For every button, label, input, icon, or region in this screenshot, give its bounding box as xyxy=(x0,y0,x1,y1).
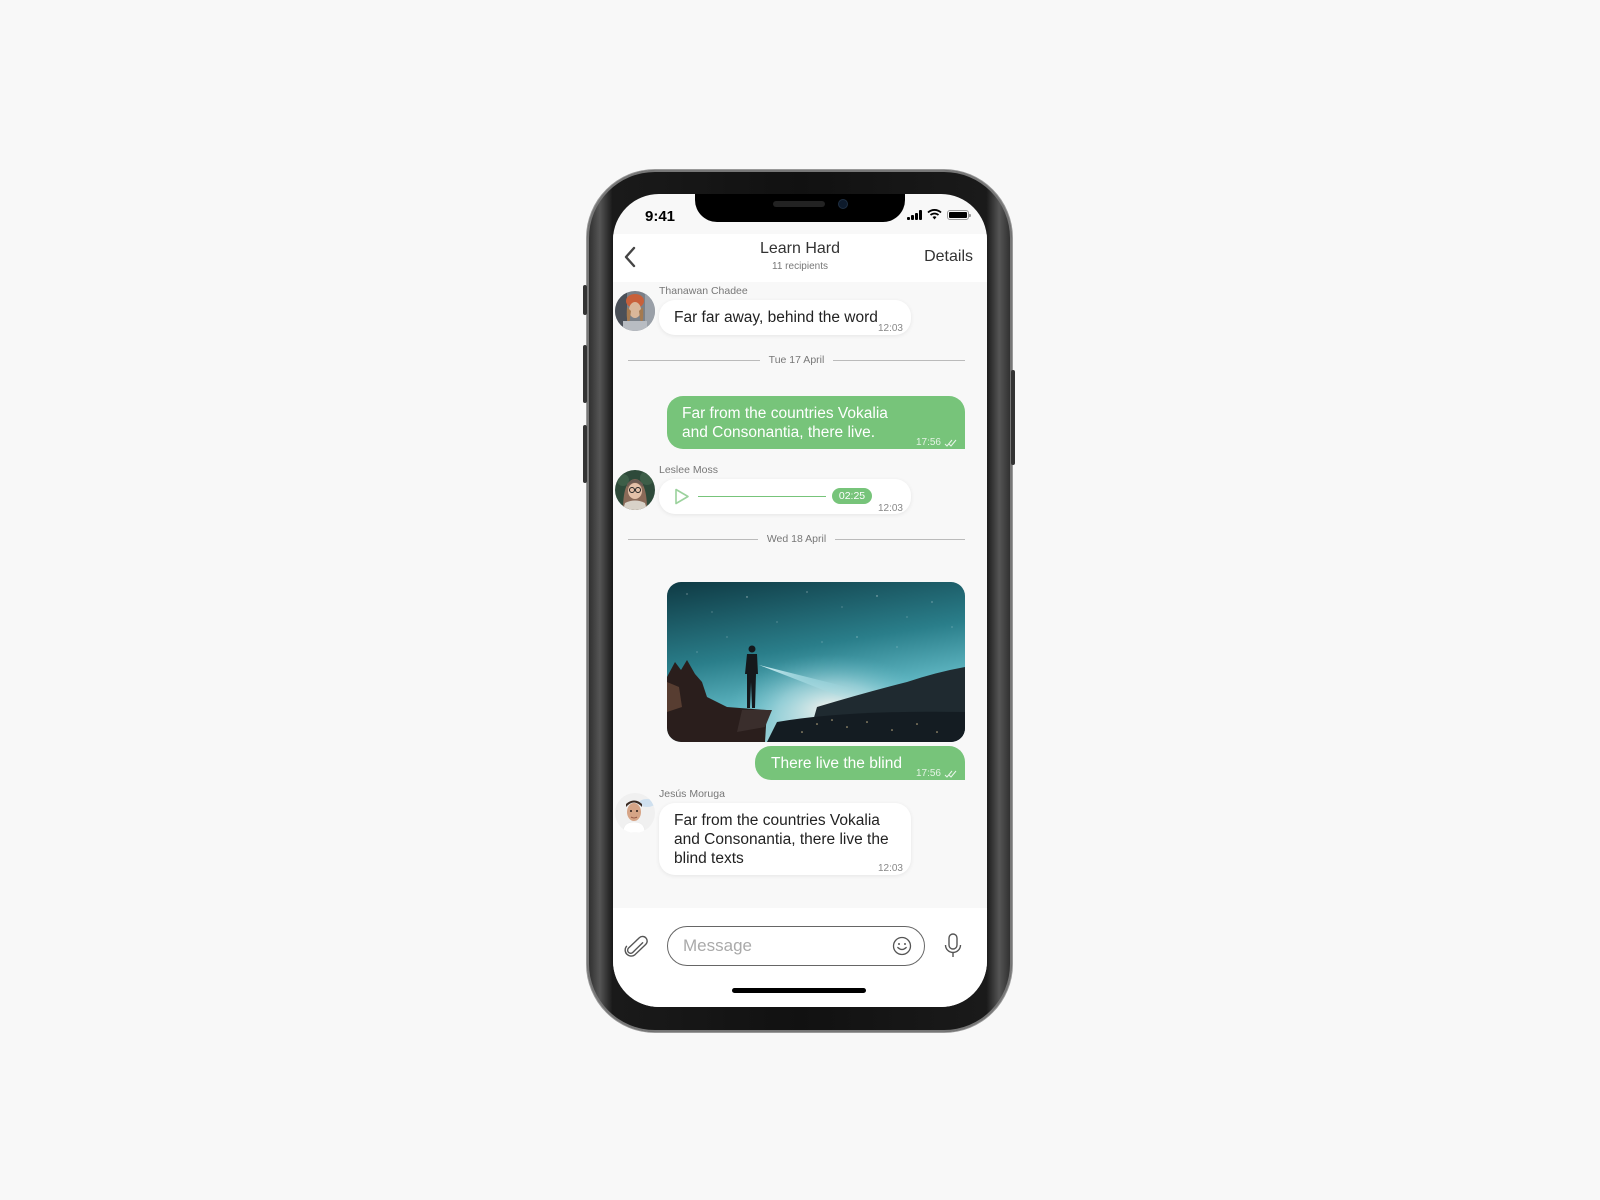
home-indicator[interactable] xyxy=(732,988,866,993)
microphone-button[interactable] xyxy=(943,932,963,960)
notch xyxy=(695,194,905,222)
double-check-icon xyxy=(944,439,957,447)
message-text: and Consonantia, there live the xyxy=(674,831,889,848)
divider xyxy=(835,538,965,540)
message-text: blind texts xyxy=(674,850,744,867)
battery-icon xyxy=(947,209,971,220)
divider xyxy=(628,359,760,361)
divider xyxy=(833,359,965,361)
message-time: 12:03 xyxy=(877,503,903,514)
audio-progress-track[interactable] xyxy=(698,496,826,497)
message-bubble-outgoing[interactable]: Far from the countries Vokalia and Conso… xyxy=(667,396,965,449)
date-separator: Tue 17 April xyxy=(628,353,965,367)
message-meta: 17:56 xyxy=(916,764,957,783)
date-label: Wed 18 April xyxy=(766,533,827,545)
night-sky-photo xyxy=(667,582,965,742)
message-text: Far from the countries Vokalia xyxy=(682,405,888,422)
message-composer xyxy=(613,908,987,1007)
message-time: 17:56 xyxy=(915,437,941,448)
message-text: Far far away, behind the word xyxy=(674,309,878,326)
message-time: 12:03 xyxy=(877,323,903,334)
avatar[interactable] xyxy=(615,793,655,833)
message-bubble[interactable]: Far far away, behind the word 12:03 xyxy=(659,300,911,335)
attach-button[interactable] xyxy=(624,932,648,960)
play-icon[interactable] xyxy=(674,488,690,505)
cellular-signal-icon xyxy=(907,209,922,220)
divider xyxy=(628,538,758,540)
paperclip-icon xyxy=(624,935,648,957)
navigation-bar: Learn Hard 11 recipients Details xyxy=(613,234,987,282)
avatar[interactable] xyxy=(615,291,655,331)
power-button xyxy=(1011,370,1015,465)
sender-name: Leslee Moss xyxy=(659,464,718,476)
message-text: and Consonantia, there live. xyxy=(682,424,876,441)
status-time: 9:41 xyxy=(645,208,676,225)
silent-switch xyxy=(583,285,587,315)
message-meta: 17:56 xyxy=(916,433,957,452)
message-input-field[interactable] xyxy=(667,926,925,966)
date-label: Tue 17 April xyxy=(768,354,825,366)
message-bubble-outgoing[interactable]: There live the blind 17:56 xyxy=(755,746,965,780)
status-icons xyxy=(907,209,971,220)
volume-down-button xyxy=(583,425,587,483)
speaker-grille xyxy=(773,201,825,207)
double-check-icon xyxy=(944,770,957,778)
phone-screen: 9:41 Learn Hard 11 recipients Details Th… xyxy=(613,194,987,1007)
message-text: There live the blind xyxy=(771,755,902,772)
sender-name: Thanawan Chadee xyxy=(659,285,748,297)
date-separator: Wed 18 April xyxy=(628,532,965,546)
front-camera xyxy=(838,199,848,209)
microphone-icon xyxy=(944,933,962,957)
message-input[interactable] xyxy=(683,936,883,956)
image-message[interactable] xyxy=(667,582,965,742)
wifi-icon xyxy=(927,209,942,220)
message-time: 17:56 xyxy=(915,768,941,779)
message-bubble[interactable]: Far from the countries Vokalia and Conso… xyxy=(659,803,911,875)
chat-thread[interactable]: Thanawan Chadee Far far away, behind the… xyxy=(613,282,987,908)
audio-duration-badge: 02:25 xyxy=(832,488,872,504)
sender-name: Jesús Moruga xyxy=(659,788,725,800)
details-button[interactable]: Details xyxy=(924,248,973,266)
avatar[interactable] xyxy=(615,470,655,510)
volume-up-button xyxy=(583,345,587,403)
message-text: Far from the countries Vokalia xyxy=(674,812,880,829)
audio-message-bubble[interactable]: 02:25 12:03 xyxy=(659,479,911,514)
smiley-icon[interactable] xyxy=(892,936,912,956)
message-time: 12:03 xyxy=(877,863,903,874)
